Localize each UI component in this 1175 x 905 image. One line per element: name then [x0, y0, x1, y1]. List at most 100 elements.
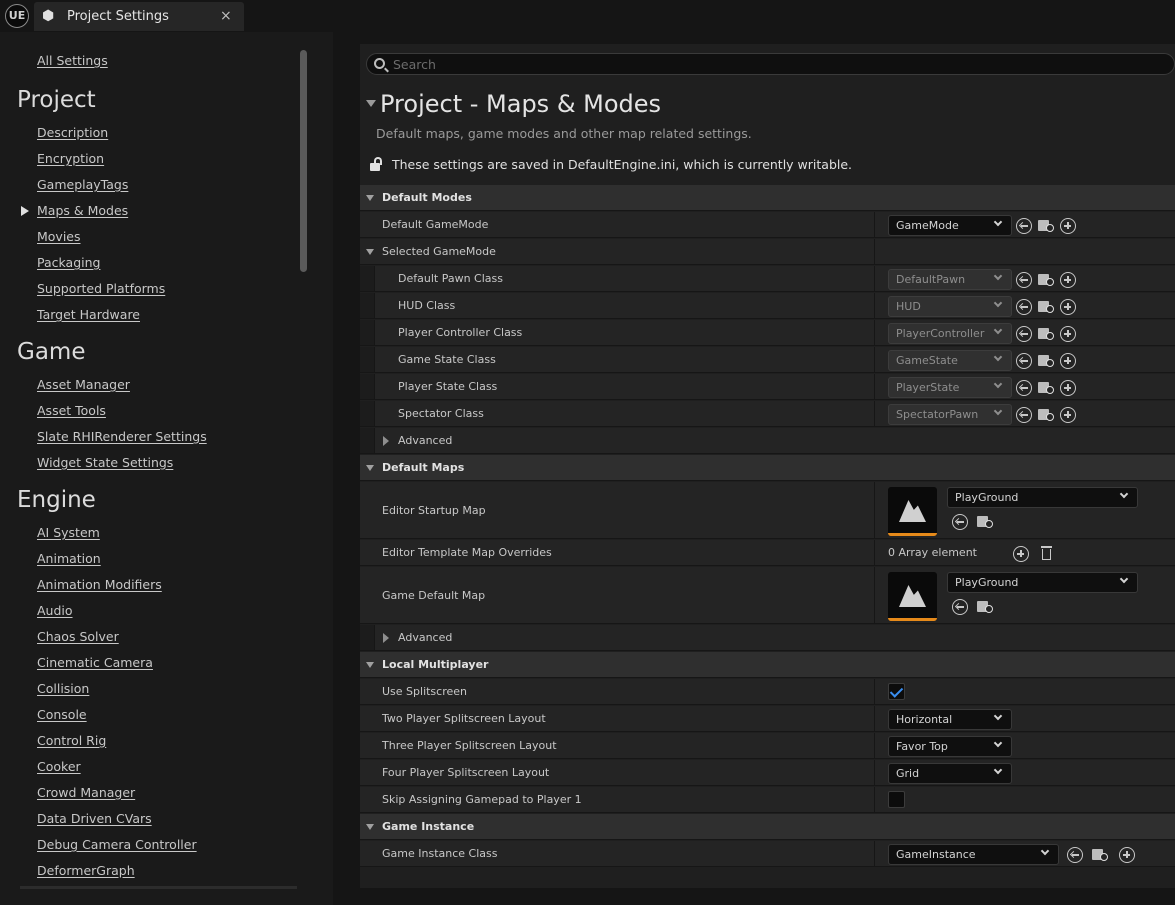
browse-folder-icon[interactable] [1038, 217, 1054, 233]
game-instance-dropdown[interactable]: GameInstance [888, 844, 1059, 865]
add-icon[interactable] [1060, 353, 1076, 369]
use-selected-icon[interactable] [1016, 299, 1032, 315]
browse-folder-icon[interactable] [1038, 406, 1054, 422]
sidebar-item-audio[interactable]: Audio [37, 603, 73, 618]
column-divider[interactable] [874, 401, 875, 426]
player-controller-dropdown[interactable]: PlayerController [888, 323, 1012, 344]
sidebar-scrollbar[interactable] [300, 50, 307, 272]
trash-icon[interactable] [1039, 545, 1055, 561]
map-thumbnail[interactable] [888, 487, 937, 536]
game-state-dropdown[interactable]: GameState [888, 350, 1012, 371]
browse-folder-icon[interactable] [1092, 846, 1108, 862]
use-selected-icon[interactable] [1016, 326, 1032, 342]
sidebar-item-collision[interactable]: Collision [37, 681, 89, 696]
use-selected-icon[interactable] [1016, 380, 1032, 396]
sidebar-item-asset-manager[interactable]: Asset Manager [37, 377, 130, 392]
close-tab-icon[interactable]: × [220, 8, 232, 24]
column-divider[interactable] [874, 679, 875, 704]
sidebar-item-animation[interactable]: Animation [37, 551, 101, 566]
sidebar-item-slate-rhirenderer[interactable]: Slate RHIRenderer Settings [37, 429, 207, 444]
tab-project-settings[interactable]: ⬢ Project Settings × [34, 2, 244, 31]
column-divider[interactable] [874, 347, 875, 372]
column-divider[interactable] [874, 540, 875, 565]
sidebar-item-ai-system[interactable]: AI System [37, 525, 100, 540]
column-divider[interactable] [874, 320, 875, 345]
sidebar-item-console[interactable]: Console [37, 707, 87, 722]
category-local-multiplayer[interactable]: Local Multiplayer [360, 652, 1175, 678]
column-divider[interactable] [874, 266, 875, 291]
sidebar-item-gameplaytags[interactable]: GameplayTags [37, 177, 128, 192]
use-selected-icon[interactable] [952, 514, 968, 530]
use-selected-icon[interactable] [952, 599, 968, 615]
spectator-class-dropdown[interactable]: SpectatorPawn [888, 404, 1012, 425]
default-gamemode-dropdown[interactable]: GameMode [888, 215, 1012, 236]
sidebar-item-control-rig[interactable]: Control Rig [37, 733, 106, 748]
three-player-layout-dropdown[interactable]: Favor Top [888, 736, 1012, 757]
skip-gamepad-checkbox[interactable] [888, 791, 905, 808]
four-player-layout-dropdown[interactable]: Grid [888, 763, 1012, 784]
sidebar-item-widget-state[interactable]: Widget State Settings [37, 455, 173, 470]
category-default-maps[interactable]: Default Maps [360, 455, 1175, 481]
browse-folder-icon[interactable] [1038, 271, 1054, 287]
column-divider[interactable] [874, 733, 875, 758]
use-splitscreen-checkbox[interactable] [888, 683, 905, 700]
use-selected-icon[interactable] [1016, 353, 1032, 369]
category-default-modes[interactable]: Default Modes [360, 185, 1175, 211]
column-divider[interactable] [874, 760, 875, 785]
browse-folder-icon[interactable] [977, 513, 993, 529]
sidebar-item-asset-tools[interactable]: Asset Tools [37, 403, 106, 418]
use-selected-icon[interactable] [1016, 218, 1032, 234]
sidebar-item-data-driven-cvars[interactable]: Data Driven CVars [37, 811, 152, 826]
sidebar-item-debug-camera-controller[interactable]: Debug Camera Controller [37, 837, 197, 852]
add-icon[interactable] [1119, 847, 1135, 863]
browse-folder-icon[interactable] [977, 598, 993, 614]
column-divider[interactable] [874, 841, 875, 866]
column-divider[interactable] [874, 239, 875, 264]
add-icon[interactable] [1060, 326, 1076, 342]
sidebar-item-animation-modifiers[interactable]: Animation Modifiers [37, 577, 162, 592]
category-game-instance[interactable]: Game Instance [360, 814, 1175, 840]
browse-folder-icon[interactable] [1038, 352, 1054, 368]
sidebar-item-chaos-solver[interactable]: Chaos Solver [37, 629, 119, 644]
browse-folder-icon[interactable] [1038, 325, 1054, 341]
add-icon[interactable] [1060, 407, 1076, 423]
game-default-map-dropdown[interactable]: PlayGround [947, 572, 1138, 593]
hud-class-dropdown[interactable]: HUD [888, 296, 1012, 317]
browse-folder-icon[interactable] [1038, 379, 1054, 395]
property-selected-gamemode[interactable]: Selected GameMode [360, 239, 1175, 265]
browse-folder-icon[interactable] [1038, 298, 1054, 314]
use-selected-icon[interactable] [1067, 847, 1083, 863]
search-box[interactable] [366, 53, 1175, 75]
add-element-icon[interactable] [1013, 546, 1029, 562]
column-divider[interactable] [874, 212, 875, 237]
search-input[interactable] [393, 56, 1153, 73]
add-icon[interactable] [1060, 272, 1076, 288]
collapse-section-icon[interactable] [366, 100, 376, 107]
add-icon[interactable] [1060, 299, 1076, 315]
sidebar-item-maps-modes[interactable]: Maps & Modes [37, 203, 128, 218]
sidebar-item-description[interactable]: Description [37, 125, 108, 140]
add-icon[interactable] [1060, 380, 1076, 396]
column-divider[interactable] [874, 293, 875, 318]
editor-startup-map-dropdown[interactable]: PlayGround [947, 487, 1138, 508]
advanced-default-modes[interactable]: Advanced [360, 428, 1175, 454]
sidebar-item-cinematic-camera[interactable]: Cinematic Camera [37, 655, 153, 670]
use-selected-icon[interactable] [1016, 407, 1032, 423]
column-divider[interactable] [874, 787, 875, 812]
player-state-dropdown[interactable]: PlayerState [888, 377, 1012, 398]
map-thumbnail[interactable] [888, 572, 937, 621]
column-divider[interactable] [874, 374, 875, 399]
sidebar-item-cooker[interactable]: Cooker [37, 759, 81, 774]
sidebar-item-movies[interactable]: Movies [37, 229, 81, 244]
default-pawn-dropdown[interactable]: DefaultPawn [888, 269, 1012, 290]
sidebar-horizontal-scrollbar[interactable] [20, 886, 297, 889]
unreal-logo-icon[interactable]: UE [5, 4, 29, 28]
use-selected-icon[interactable] [1016, 272, 1032, 288]
sidebar-item-encryption[interactable]: Encryption [37, 151, 104, 166]
sidebar-item-deformergraph[interactable]: DeformerGraph [37, 863, 135, 878]
sidebar-item-packaging[interactable]: Packaging [37, 255, 100, 270]
column-divider[interactable] [874, 706, 875, 731]
column-divider[interactable] [874, 567, 875, 623]
sidebar-item-target-hardware[interactable]: Target Hardware [37, 307, 140, 322]
sidebar-item-all-settings[interactable]: All Settings [37, 53, 108, 68]
